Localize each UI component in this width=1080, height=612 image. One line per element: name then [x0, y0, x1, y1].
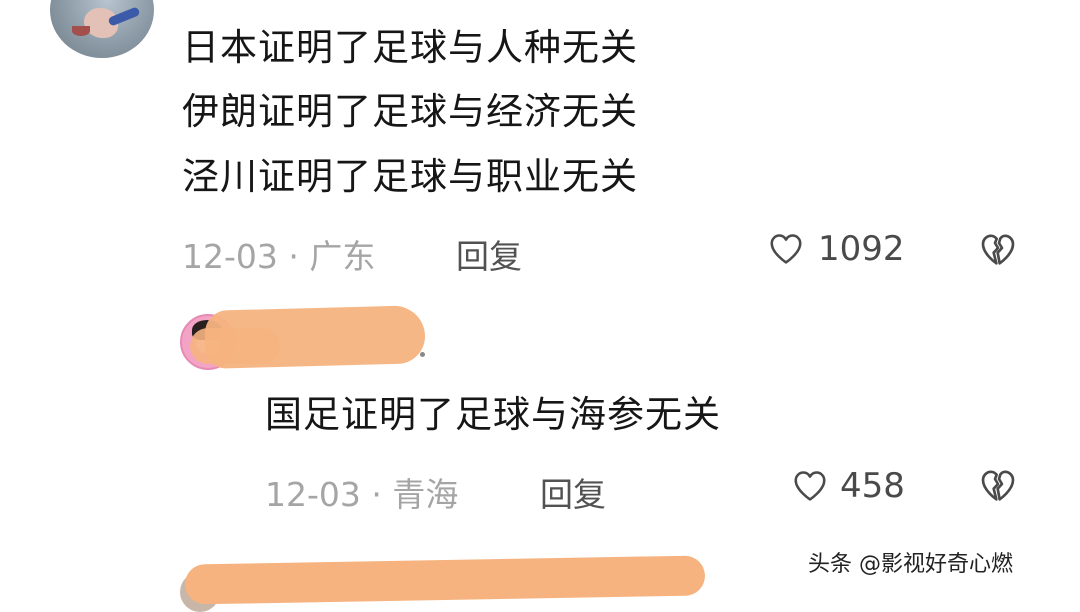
- comment-text: 国足证明了足球与海参无关: [265, 393, 721, 436]
- watermark: 头条 @影视好奇心燃: [808, 552, 1013, 577]
- broken-heart-icon[interactable]: [976, 230, 1020, 270]
- comment-date-location: 12-03 · 广东: [182, 237, 376, 276]
- heart-outline-icon[interactable]: [790, 467, 830, 505]
- like-count: 458: [840, 466, 905, 506]
- comment-text-line: 伊朗证明了足球与经济无关: [182, 90, 638, 133]
- separator-dot: [420, 352, 425, 357]
- avatar[interactable]: [50, 0, 154, 58]
- comment-date-location: 12-03 · 青海: [265, 475, 459, 514]
- reply-button[interactable]: 回复: [456, 230, 522, 278]
- redaction-mark: [204, 305, 426, 369]
- broken-heart-icon[interactable]: [976, 466, 1020, 506]
- reply-button[interactable]: 回复: [540, 468, 606, 516]
- redaction-mark: [184, 555, 706, 605]
- comment-text-line: 日本证明了足球与人种无关: [182, 26, 638, 69]
- comment-text-line: 泾川证明了足球与职业无关: [182, 155, 638, 198]
- like-count: 1092: [818, 229, 905, 269]
- heart-outline-icon[interactable]: [766, 230, 806, 268]
